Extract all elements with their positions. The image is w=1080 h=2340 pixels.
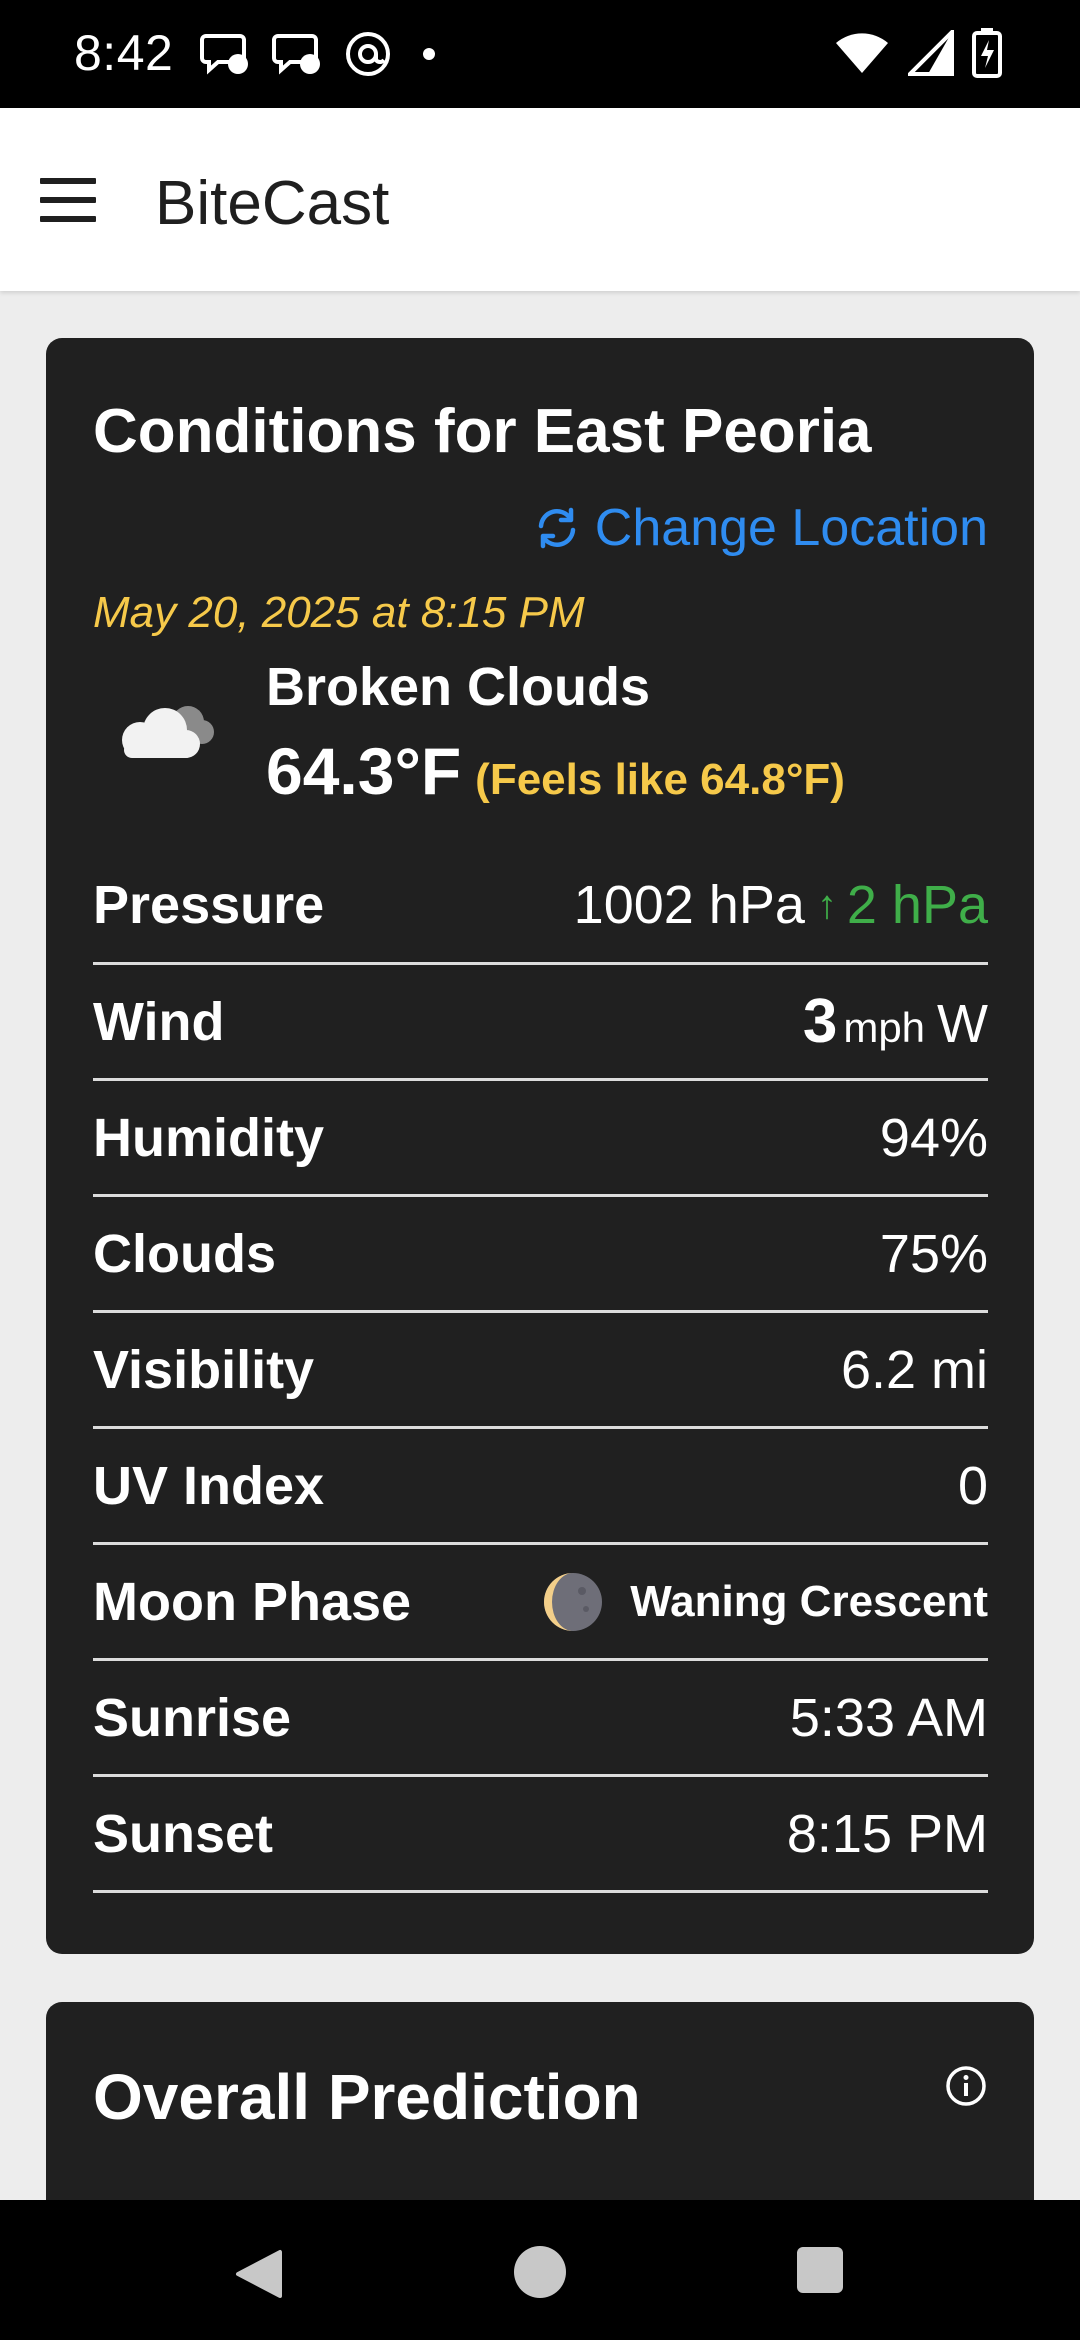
signal-icon: [908, 30, 954, 76]
chat-icon: [272, 34, 320, 75]
wind-value-group: 3 mph W: [803, 986, 988, 1057]
recents-icon[interactable]: [797, 2247, 843, 2293]
temperature: 64.3°F: [266, 734, 462, 808]
battery-charging-icon: [972, 28, 1002, 78]
wind-direction: W: [937, 994, 988, 1054]
system-icons: [834, 28, 1002, 78]
status-bar: 8:42: [0, 0, 1080, 108]
app-title: BiteCast: [155, 169, 390, 238]
feels-like: (Feels like 64.8°F): [475, 755, 845, 804]
pressure-change-value: 2 hPa: [846, 875, 988, 935]
sunset-row: Sunset 8:15 PM: [93, 1777, 988, 1893]
moon-phase-value-group: Waning Crescent: [542, 1571, 988, 1633]
change-location-label: Change Location: [594, 499, 988, 557]
home-icon[interactable]: [514, 2246, 566, 2298]
conditions-title: Conditions for East Peoria: [93, 397, 872, 466]
sunrise-row: Sunrise 5:33 AM: [93, 1661, 988, 1777]
uv-index-label: UV Index: [93, 1455, 325, 1516]
clouds-value: 75%: [879, 1223, 988, 1284]
clouds-label: Clouds: [93, 1223, 276, 1284]
wind-speed: 3: [802, 987, 838, 1056]
conditions-list: Pressure 1002 hPa ↑ 2 hPa Wind 3 mph W H…: [93, 848, 988, 1893]
moon-icon: [544, 1572, 603, 1631]
moon-phase-value: Waning Crescent: [630, 1576, 988, 1626]
humidity-value: 94%: [879, 1107, 988, 1168]
clouds-row: Clouds 75%: [93, 1197, 988, 1313]
pressure-row: Pressure 1002 hPa ↑ 2 hPa: [93, 848, 988, 965]
chat-icon: [200, 34, 248, 75]
conditions-card: Conditions for East Peoria Change Locati…: [46, 338, 1034, 1954]
moon-phase-label: Moon Phase: [93, 1571, 412, 1632]
pressure-label: Pressure: [93, 875, 325, 935]
change-location-button[interactable]: Change Location: [533, 498, 988, 558]
temperature-row: 64.3°F (Feels like 64.8°F): [266, 733, 845, 809]
weather-description: Broken Clouds: [266, 657, 651, 717]
menu-icon[interactable]: [40, 178, 96, 222]
wind-label: Wind: [93, 991, 225, 1052]
humidity-label: Humidity: [93, 1107, 325, 1168]
app-bar: BiteCast: [0, 108, 1080, 291]
uv-index-row: UV Index 0: [93, 1429, 988, 1545]
navigation-bar: [0, 2200, 1080, 2340]
status-time: 8:42: [74, 25, 174, 81]
sunrise-label: Sunrise: [93, 1687, 292, 1748]
sunrise-value: 5:33 AM: [789, 1687, 988, 1748]
arrow-up-icon: ↑: [816, 882, 837, 927]
visibility-value: 6.2 mi: [840, 1339, 988, 1400]
wind-unit: mph: [843, 1004, 926, 1051]
humidity-row: Humidity 94%: [93, 1081, 988, 1197]
visibility-label: Visibility: [93, 1339, 315, 1400]
moon-phase-row: Moon Phase Waning Crescent: [93, 1545, 988, 1661]
cloud-icon: [122, 706, 214, 758]
visibility-row: Visibility 6.2 mi: [93, 1313, 988, 1429]
prediction-card: Overall Prediction: [46, 2002, 1034, 2202]
threads-icon: [346, 32, 390, 76]
sunset-value: 8:15 PM: [786, 1803, 988, 1864]
uv-index-value: 0: [957, 1455, 988, 1516]
pressure-value-group: 1002 hPa ↑ 2 hPa: [574, 874, 988, 936]
back-icon[interactable]: [234, 2248, 284, 2300]
info-icon[interactable]: [944, 2064, 988, 2108]
pressure-value: 1002 hPa: [573, 875, 805, 935]
prediction-title: Overall Prediction: [93, 2061, 641, 2133]
refresh-icon: [538, 507, 576, 549]
observation-timestamp: May 20, 2025 at 8:15 PM: [93, 588, 585, 637]
wifi-icon: [836, 33, 888, 73]
pressure-change: ↑ 2 hPa: [817, 874, 988, 936]
dot-icon: [423, 48, 435, 60]
sunset-label: Sunset: [93, 1803, 274, 1864]
wind-row: Wind 3 mph W: [93, 965, 988, 1081]
notification-icons: [200, 30, 444, 78]
